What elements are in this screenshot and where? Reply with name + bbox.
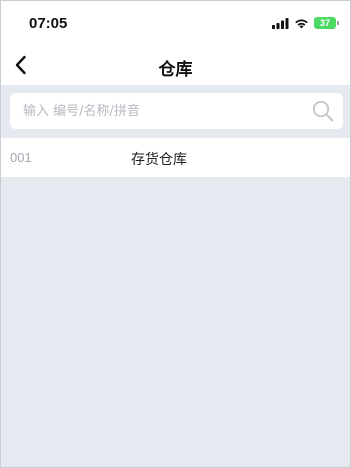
search-input[interactable]: [23, 93, 303, 129]
status-icons: 37: [272, 16, 339, 30]
warehouse-code: 001: [10, 150, 32, 165]
page-title: 仓库: [158, 60, 193, 80]
app-screen: 07:05 37 仓库 输入 编号/名称/拼音 001 存货仓库: [0, 0, 351, 468]
status-time: 07:05: [29, 15, 68, 32]
list-item[interactable]: 001 存货仓库: [1, 138, 350, 177]
search-box[interactable]: [10, 93, 343, 129]
warehouse-list: 001 存货仓库: [1, 138, 350, 177]
status-bar: 07:05 37: [1, 1, 350, 45]
warehouse-name: 存货仓库: [131, 152, 187, 168]
signal-icon: [272, 17, 289, 29]
battery-charging-icon: 37: [314, 17, 339, 29]
wifi-icon: [295, 19, 308, 28]
battery-level: 37: [319, 18, 330, 28]
search-bar: [1, 85, 350, 137]
navigation-bar: 仓库: [1, 45, 350, 85]
search-icon[interactable]: [311, 99, 335, 123]
